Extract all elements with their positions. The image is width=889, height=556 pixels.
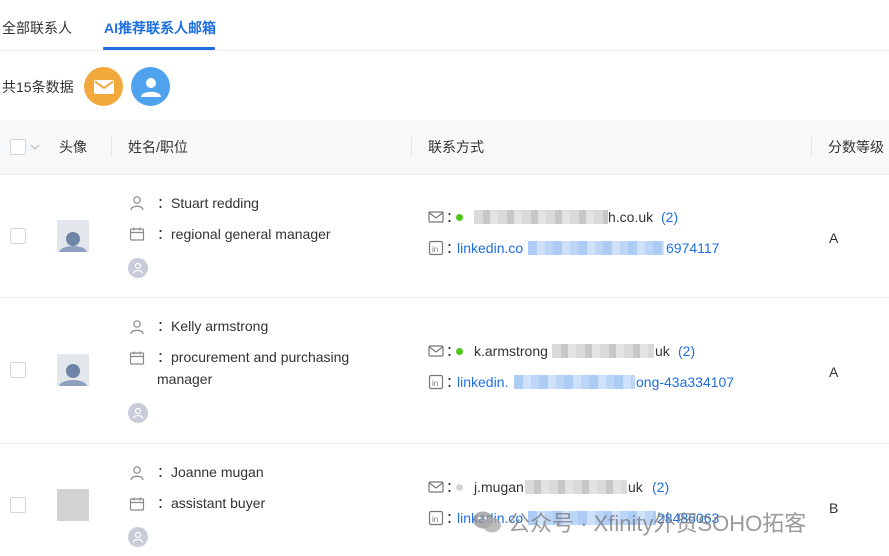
email-count[interactable]: (2): [678, 342, 695, 360]
row-checkbox[interactable]: [10, 228, 26, 244]
email-address[interactable]: h.co.uk: [608, 208, 653, 226]
contact-name: Stuart redding: [171, 195, 259, 211]
chevron-down-icon[interactable]: [30, 139, 40, 155]
email-status-dot: [456, 214, 463, 221]
contact-tag[interactable]: [128, 403, 148, 423]
redacted-email: [474, 210, 608, 224]
tab-ai-recommended-emails[interactable]: AI推荐联系人邮箱: [104, 19, 216, 37]
select-all-checkbox[interactable]: [10, 139, 26, 155]
header-grade: 分数等级: [828, 139, 884, 155]
person-icon: [130, 320, 144, 335]
contact-tag[interactable]: [128, 527, 148, 547]
row-checkbox[interactable]: [10, 497, 26, 513]
avatar: [57, 220, 89, 252]
wechat-icon: [473, 511, 501, 533]
person-badge-icon: [132, 262, 144, 274]
column-divider: [411, 137, 412, 157]
job-title: regional general manager: [171, 226, 331, 242]
grade-value: A: [829, 230, 839, 246]
watermark: 公众号 · Xfinity外贸SOHO拓客: [472, 507, 806, 537]
table-row[interactable]: ：Joanne mugan ：assistant buyer ： j.mugan…: [0, 444, 889, 556]
email-address-end[interactable]: uk: [655, 342, 670, 360]
column-divider: [111, 137, 112, 157]
header-name-title: 姓名/职位: [128, 139, 188, 155]
email-address[interactable]: k.armstrong: [474, 342, 548, 360]
person-badge-icon: [132, 407, 144, 419]
email-status-dot: [456, 484, 463, 491]
user-icon: [140, 77, 161, 97]
linkedin-icon: in: [428, 374, 444, 390]
job-title: procurement and purchasing: [171, 349, 350, 365]
contact-name: Joanne mugan: [171, 464, 264, 480]
header-avatar: 头像: [59, 139, 87, 155]
email-icon: [428, 211, 444, 223]
person-icon: [130, 196, 144, 211]
grade-value: B: [829, 500, 839, 516]
email-count[interactable]: (2): [661, 208, 678, 226]
avatar: [57, 354, 89, 386]
contact-tag[interactable]: [128, 258, 148, 278]
linkedin-link-end[interactable]: ong-43a334107: [636, 373, 734, 391]
record-count: 共15条数据: [2, 79, 74, 95]
redacted-linkedin: [528, 241, 664, 255]
table-row[interactable]: ：Stuart redding ：regional general manage…: [0, 175, 889, 298]
person-badge-icon: [132, 531, 144, 543]
email-address-end[interactable]: uk: [628, 478, 643, 496]
person-icon: [130, 466, 144, 481]
avatar-placeholder: [57, 489, 89, 521]
email-status-dot: [456, 348, 463, 355]
redacted-linkedin: [514, 375, 635, 389]
job-title-continued: manager: [157, 371, 213, 387]
email-icon: [428, 481, 444, 493]
svg-text:in: in: [432, 515, 438, 524]
linkedin-icon: in: [428, 510, 444, 526]
row-checkbox[interactable]: [10, 362, 26, 378]
svg-text:in: in: [432, 379, 438, 388]
column-divider: [811, 137, 812, 157]
grade-value: A: [829, 364, 839, 380]
contact-name: Kelly armstrong: [171, 318, 269, 334]
redacted-email: [552, 344, 654, 358]
calendar-icon: [129, 497, 145, 511]
header-contact: 联系方式: [428, 139, 484, 155]
tab-bar: 全部联系人 AI推荐联系人邮箱: [0, 0, 889, 51]
active-tab-indicator: [103, 47, 215, 50]
linkedin-link[interactable]: linkedin.: [457, 373, 508, 391]
add-contact-button[interactable]: [131, 67, 170, 106]
table-header: 头像 姓名/职位 联系方式 分数等级: [0, 120, 889, 175]
linkedin-icon: in: [428, 240, 444, 256]
linkedin-link-end[interactable]: 6974117: [666, 239, 719, 257]
email-icon: [428, 345, 444, 357]
linkedin-link[interactable]: linkedin.co: [457, 239, 523, 257]
email-count[interactable]: (2): [652, 478, 669, 496]
table-row[interactable]: ：Kelly armstrong ：procurement and purcha…: [0, 298, 889, 444]
envelope-icon: [93, 79, 114, 94]
email-address[interactable]: j.mugan: [474, 478, 524, 496]
svg-text:in: in: [432, 245, 438, 254]
watermark-text: 公众号 · Xfinity外贸SOHO拓客: [508, 511, 807, 536]
redacted-email: [525, 480, 627, 494]
job-title: assistant buyer: [171, 495, 266, 511]
tab-all-contacts[interactable]: 全部联系人: [2, 19, 72, 37]
calendar-icon: [129, 227, 145, 241]
calendar-icon: [129, 351, 145, 365]
send-email-button[interactable]: [84, 67, 123, 106]
